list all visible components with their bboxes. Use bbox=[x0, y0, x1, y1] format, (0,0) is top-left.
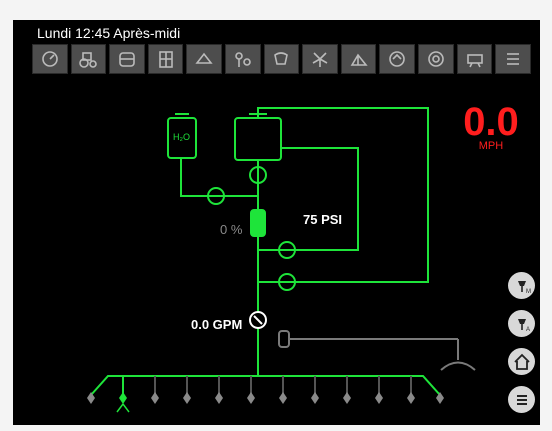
water-line bbox=[180, 158, 258, 197]
boom-section-12[interactable] bbox=[436, 392, 444, 404]
boom-section-10[interactable] bbox=[375, 376, 383, 404]
boom-sections bbox=[87, 376, 444, 413]
flow-readout: 0.0 GPM bbox=[191, 317, 243, 332]
product-tank[interactable] bbox=[234, 117, 282, 161]
dump-valve[interactable] bbox=[278, 330, 290, 348]
svg-text:M: M bbox=[526, 289, 531, 295]
menu-button[interactable] bbox=[508, 386, 535, 413]
boom-section-8[interactable] bbox=[311, 376, 319, 404]
agitation-line bbox=[258, 147, 359, 251]
pressure-readout: 75 PSI bbox=[303, 212, 343, 227]
boom-section-3[interactable] bbox=[151, 376, 159, 404]
home-icon bbox=[513, 353, 530, 370]
sprayer-display: Lundi 12:45 Après-midi 0.0 MPH 75 PSI 0 … bbox=[13, 20, 540, 425]
menu-icon bbox=[516, 394, 527, 405]
dump-nozzle bbox=[440, 361, 476, 371]
nozzle-manual-button[interactable]: M bbox=[508, 272, 535, 299]
water-tank-label: H₂O bbox=[173, 132, 190, 142]
nozzle-auto-icon: A bbox=[517, 318, 530, 333]
boom-section-9[interactable] bbox=[343, 376, 351, 404]
nozzle-auto-button[interactable]: A bbox=[508, 310, 535, 337]
svg-text:A: A bbox=[526, 327, 530, 333]
boom-section-11[interactable] bbox=[407, 376, 415, 404]
boom-section-6[interactable] bbox=[247, 376, 255, 404]
boom-section-2[interactable] bbox=[116, 376, 130, 413]
plumbing-diagram bbox=[87, 107, 476, 413]
boom-section-1[interactable] bbox=[87, 392, 95, 404]
home-button[interactable] bbox=[508, 348, 535, 375]
boom-line bbox=[90, 375, 441, 396]
return-line bbox=[257, 107, 429, 283]
boom-section-4[interactable] bbox=[183, 376, 191, 404]
nozzle-manual-icon: M bbox=[517, 280, 531, 295]
boom-section-7[interactable] bbox=[279, 376, 287, 404]
boom-section-5[interactable] bbox=[215, 376, 223, 404]
pump-percent-readout: 0 % bbox=[220, 222, 243, 237]
